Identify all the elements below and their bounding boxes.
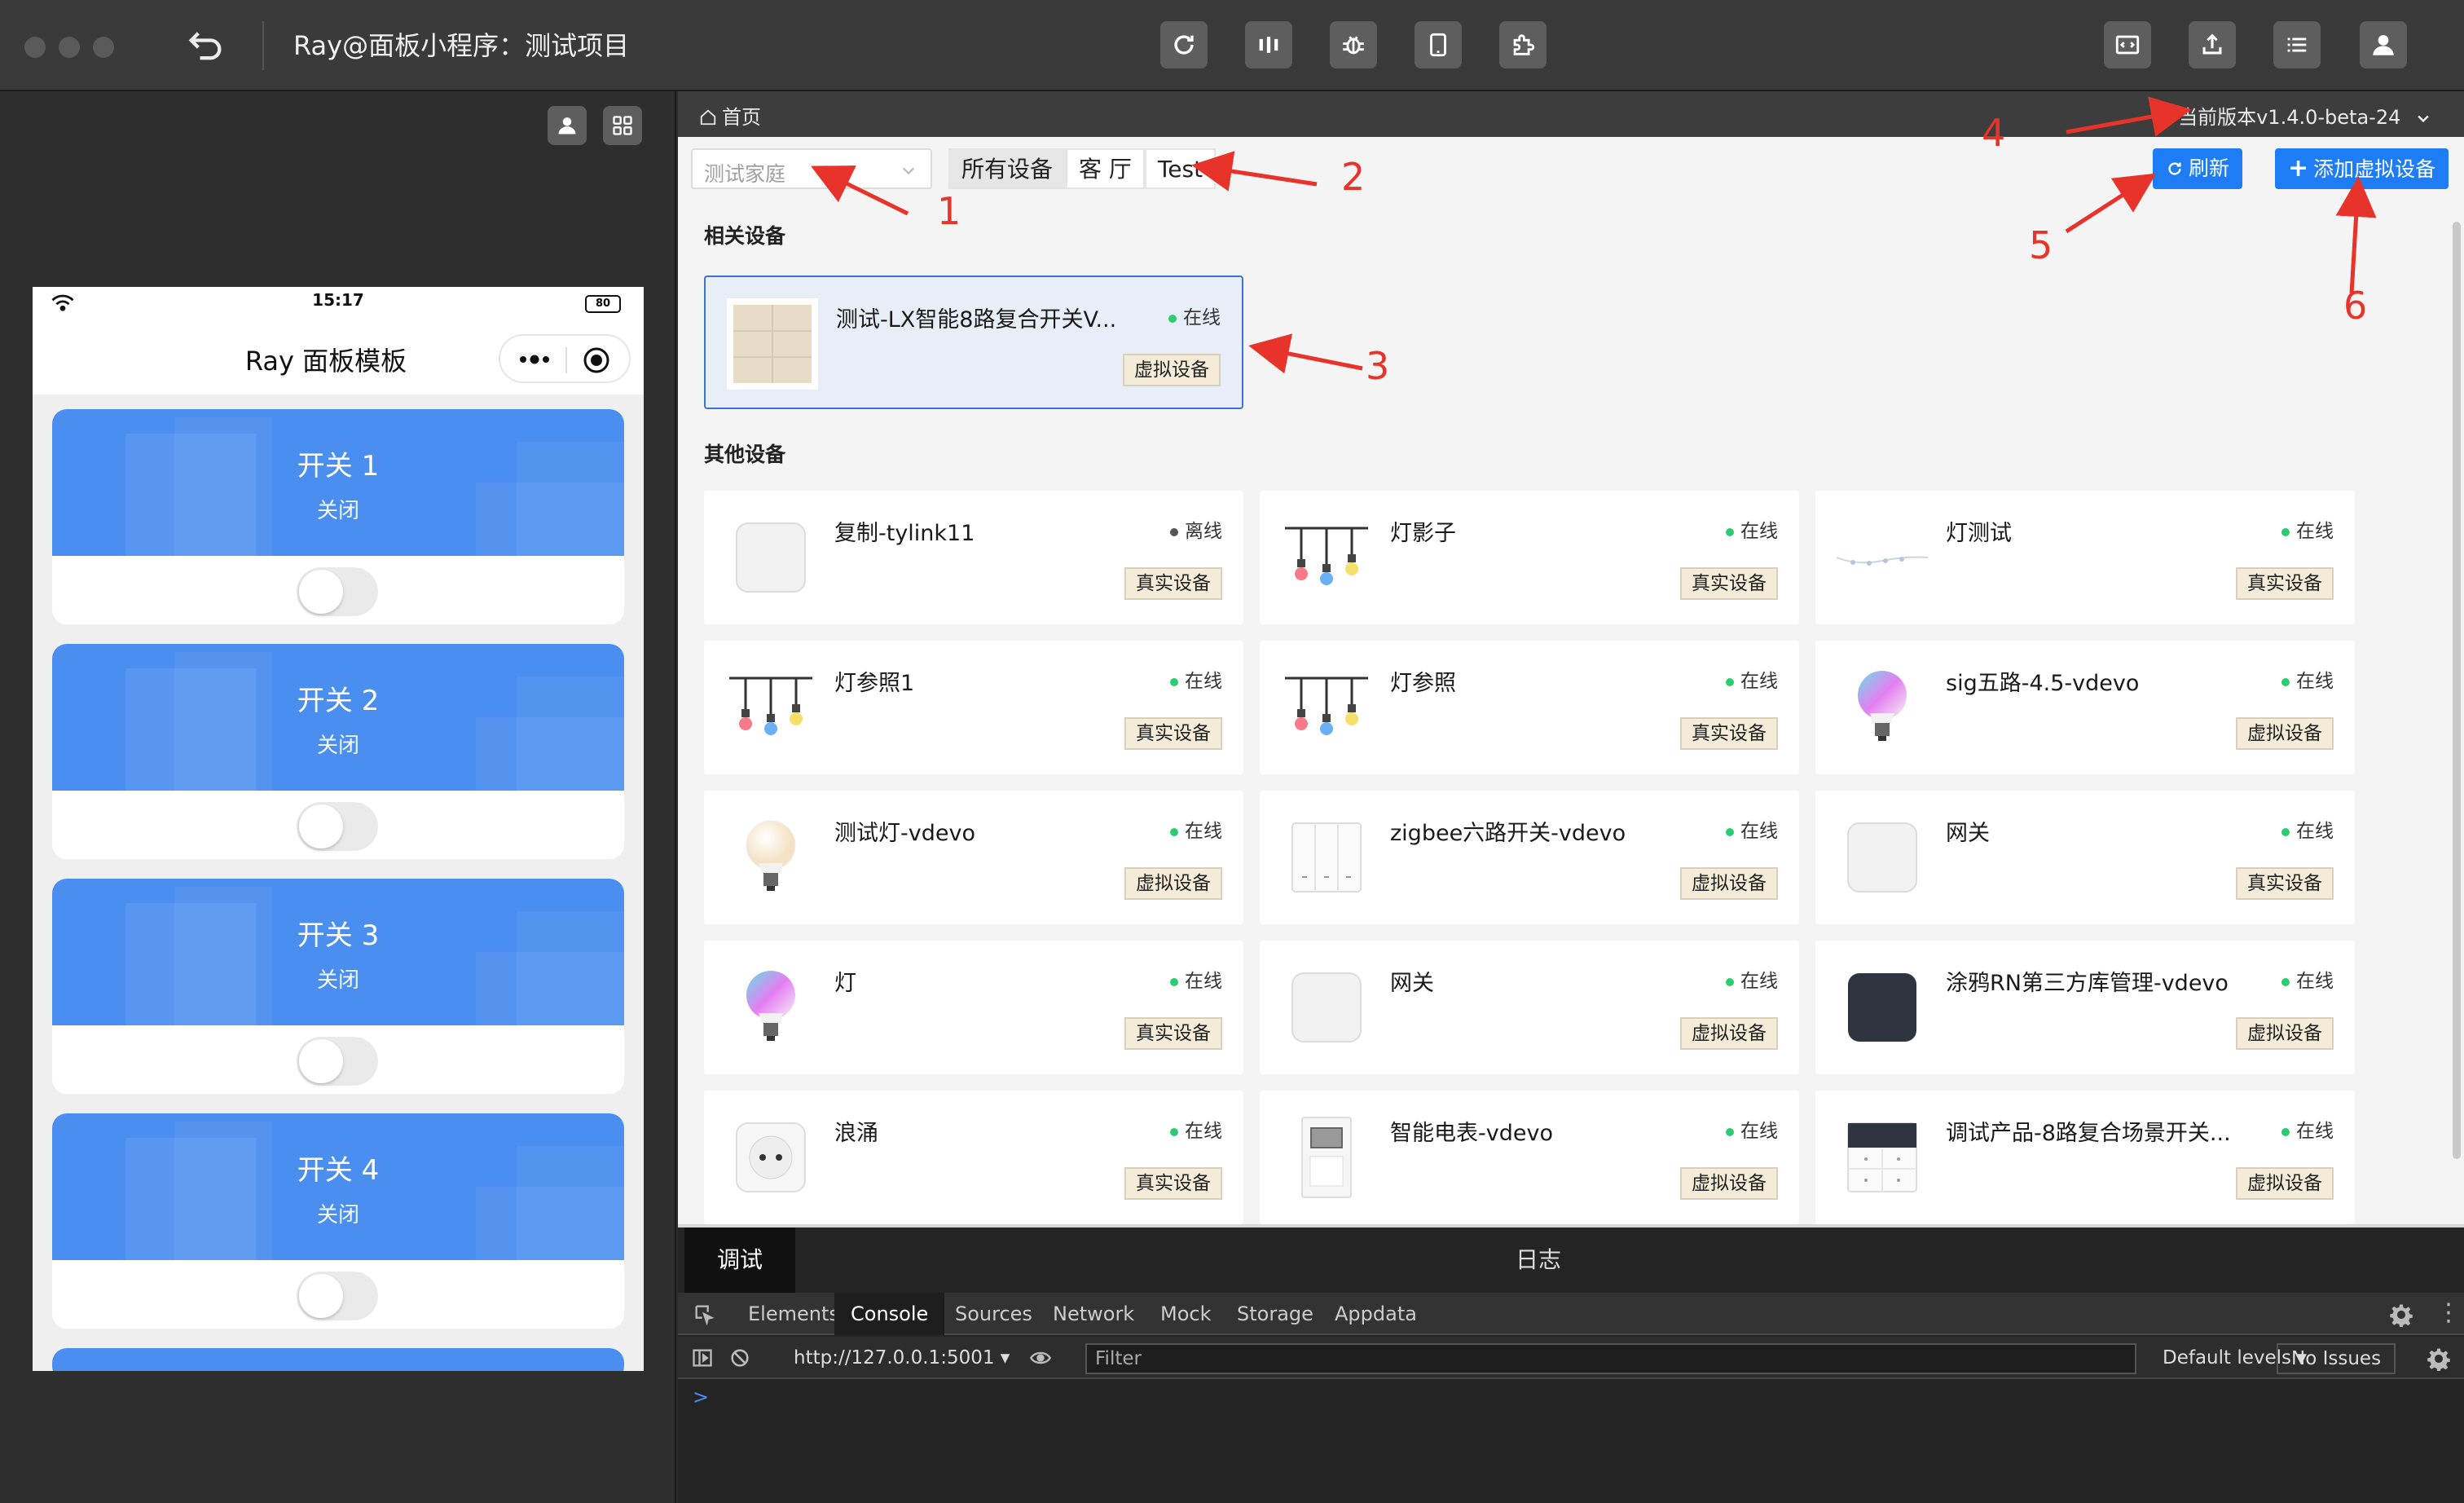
sidebar-toggle-icon[interactable]	[691, 1347, 714, 1369]
annotation-number-4: 4	[1982, 111, 2006, 155]
annotation-arrow-5	[2065, 173, 2157, 234]
console-filter-input[interactable]: Filter	[1085, 1343, 2136, 1374]
console-toolbar: http://127.0.0.1:5001 ▾ Filter Default l…	[678, 1337, 2464, 1379]
issues-button[interactable]: No Issues	[2277, 1343, 2396, 1374]
eye-icon[interactable]	[1028, 1347, 1053, 1369]
annotation-number-1: 1	[937, 189, 961, 233]
annotation-arrow-3	[1248, 333, 1363, 374]
annotation-arrow-1	[811, 165, 909, 216]
clear-console-icon[interactable]	[728, 1347, 751, 1369]
tab-storage[interactable]: Storage	[1221, 1293, 1330, 1335]
annotation-number-6: 6	[2343, 284, 2368, 328]
console-settings-icon[interactable]	[2427, 1347, 2451, 1371]
tab-mock[interactable]: Mock	[1144, 1293, 1227, 1335]
annotation-arrow-2	[1191, 151, 1318, 192]
context-selector[interactable]: http://127.0.0.1:5001 ▾	[794, 1345, 1010, 1371]
annotation-arrow-6	[2335, 176, 2377, 294]
tab-sources[interactable]: Sources	[939, 1293, 1049, 1335]
annotation-number-2: 2	[1341, 155, 1366, 199]
gear-icon[interactable]	[2389, 1302, 2413, 1327]
devtools-top-tabs: 调试 日志	[678, 1228, 2464, 1293]
tab-console[interactable]: Console	[834, 1293, 945, 1335]
devtools-panel: 调试 日志 Elements Console Sources Network M…	[678, 1224, 2464, 1503]
more-vertical-icon[interactable]: ⋮	[2436, 1299, 2461, 1327]
annotation-number-3: 3	[1366, 344, 1390, 388]
tab-log-label[interactable]: 日志	[1483, 1228, 1594, 1293]
tab-debug[interactable]: 调试	[684, 1228, 795, 1293]
devtools-panel-tabs: Elements Console Sources Network Mock St…	[678, 1293, 2464, 1335]
inspect-icon[interactable]	[693, 1302, 715, 1325]
annotation-number-5: 5	[2029, 223, 2053, 267]
tab-network[interactable]: Network	[1036, 1293, 1151, 1335]
annotation-arrow-4	[2066, 96, 2192, 137]
console-prompt[interactable]: >	[693, 1386, 709, 1408]
tab-appdata[interactable]: Appdata	[1318, 1293, 1433, 1335]
